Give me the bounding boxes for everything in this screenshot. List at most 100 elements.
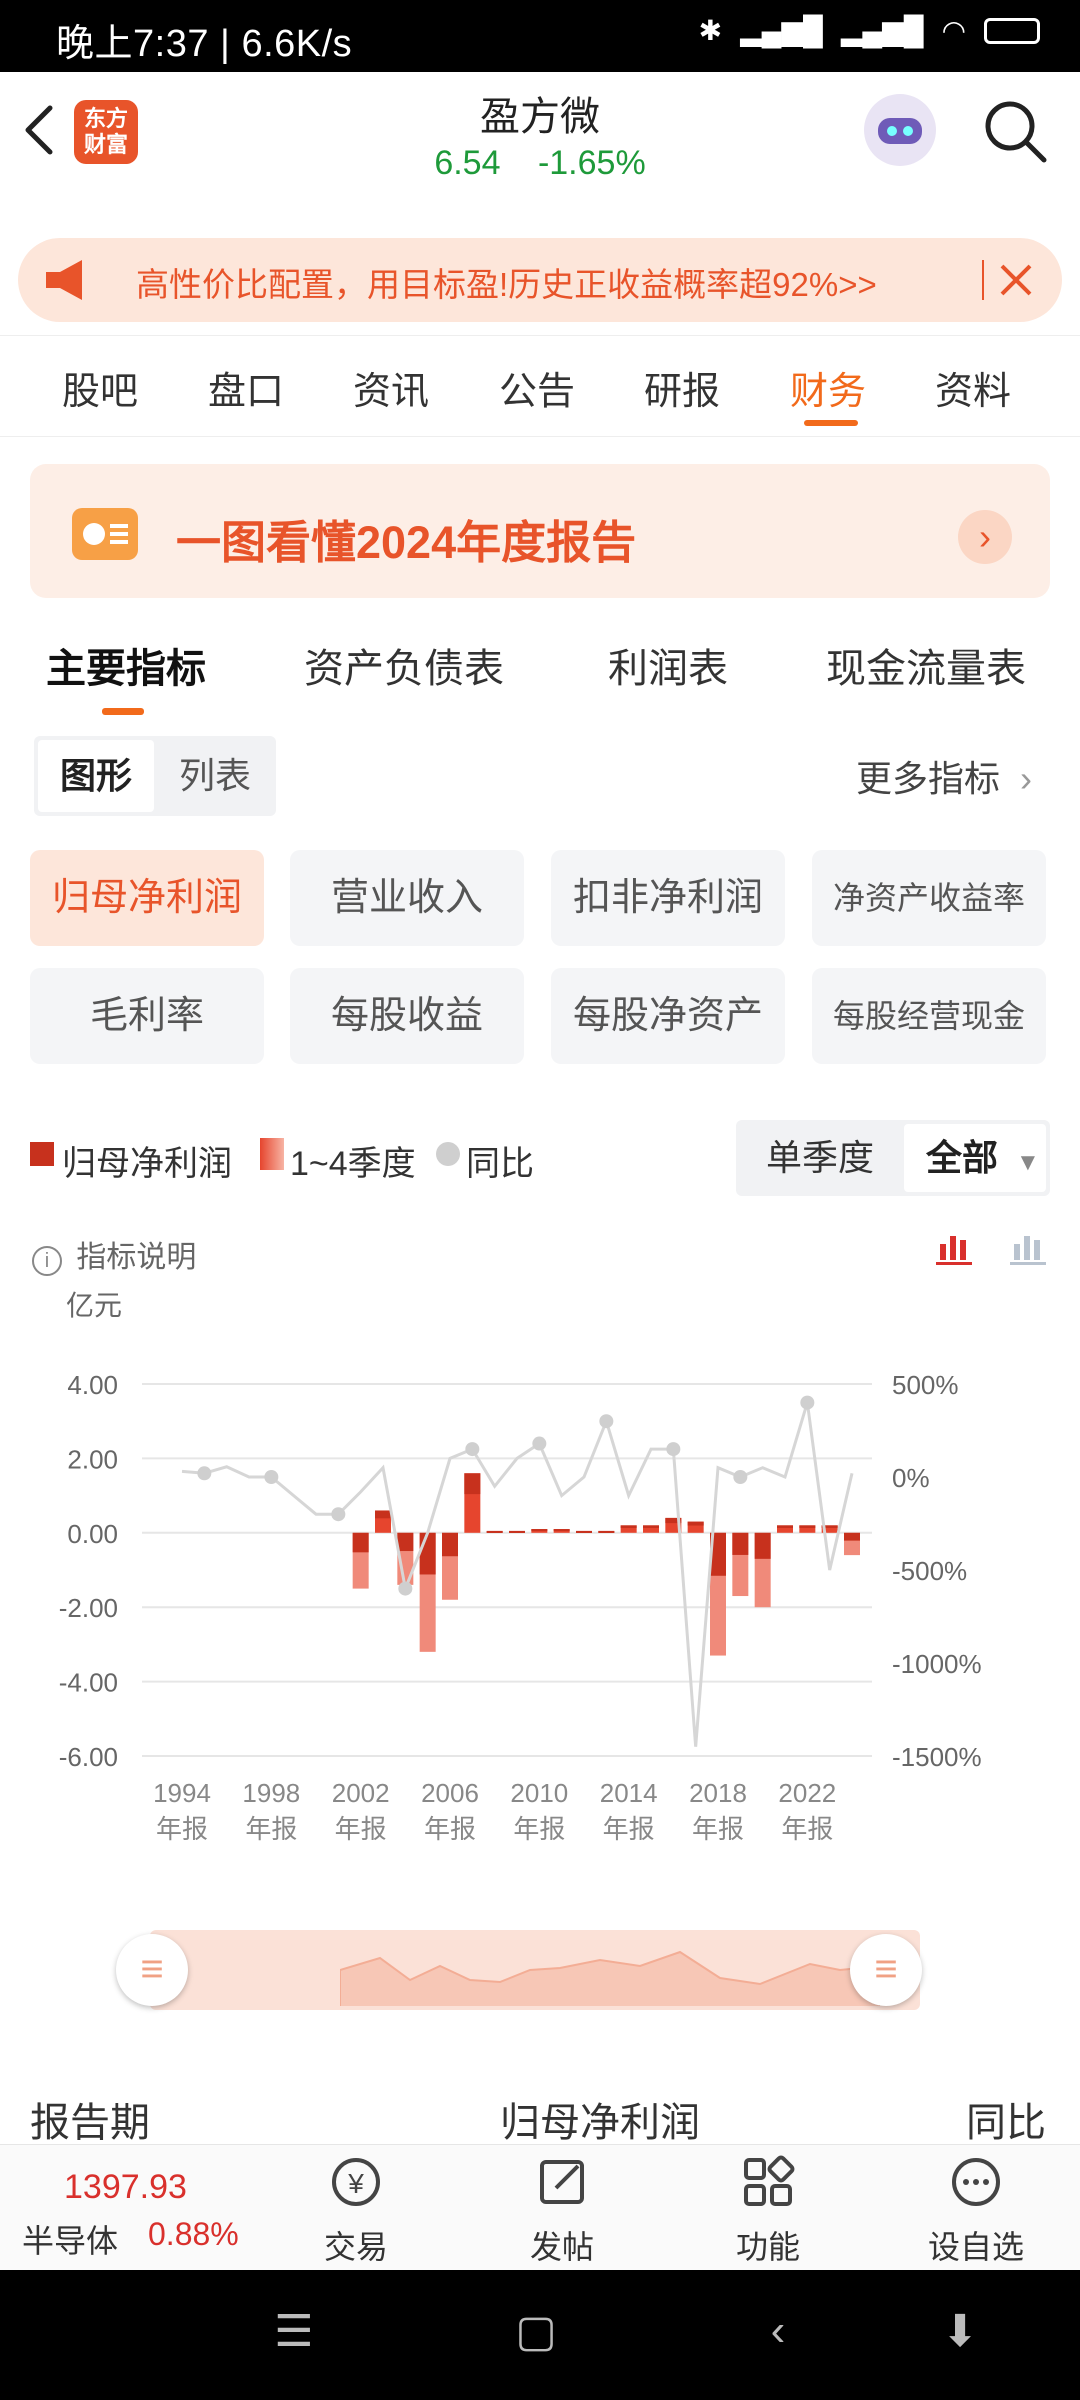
bar-quarter-segment <box>643 1525 659 1528</box>
metric-eps[interactable]: 每股收益 <box>290 968 524 1064</box>
metric-ocf-per-share[interactable]: 每股经营现金 <box>812 968 1046 1064</box>
bar-chart-icon[interactable] <box>936 1230 976 1271</box>
bar-quarter-segment <box>419 1532 436 1575</box>
metric-revenue[interactable]: 营业收入 <box>290 850 524 946</box>
x-tick-year: 2022 <box>778 1778 836 1808</box>
range-handle-left[interactable]: ≡ <box>116 1934 188 2006</box>
status-bar: 晚上7:37 | 6.6K/s ✱ ▂▄▆█ ▂▄▆█ ◠ <box>0 0 1080 72</box>
yoy-point <box>197 1466 212 1481</box>
metric-deducted-net-profit[interactable]: 扣非净利润 <box>551 850 785 946</box>
assistant-icon[interactable]: ⬇ <box>920 2306 1000 2357</box>
bar-quarter-segment <box>442 1532 458 1557</box>
add-watchlist-button[interactable]: 设自选 <box>916 2222 1036 2268</box>
y-tick-label: 2.00 <box>67 1444 118 1474</box>
tab-guba[interactable]: 股吧 <box>62 360 138 415</box>
view-list-button[interactable]: 列表 <box>156 740 274 812</box>
tab-research[interactable]: 研报 <box>644 360 720 415</box>
range-handle-right[interactable]: ≡ <box>850 1934 922 2006</box>
bar-quarter-segment <box>844 1532 860 1541</box>
period-all-label: 全部 <box>926 1137 999 1178</box>
metric-roe[interactable]: 净资产收益率 <box>812 850 1046 946</box>
report-chart-icon <box>72 508 138 560</box>
subtab-active-indicator <box>102 708 144 715</box>
apps-grid-icon[interactable] <box>708 2154 828 2221</box>
bar-quarter-segment <box>687 1521 704 1526</box>
x-tick-sub: 年报 <box>603 1814 655 1844</box>
y-tick-label: 4.00 <box>67 1370 118 1400</box>
subtab-cash-flow[interactable]: 现金流量表 <box>826 636 1026 694</box>
bluetooth-icon: ✱ <box>698 15 723 46</box>
x-tick-sub: 年报 <box>692 1814 744 1844</box>
subtab-key-metrics[interactable]: 主要指标 <box>46 636 206 694</box>
legend-yoy: 同比 <box>466 1145 534 1183</box>
x-tick-sub: 年报 <box>513 1814 565 1844</box>
edit-icon[interactable] <box>502 2154 622 2221</box>
bar-chart-alt-icon[interactable] <box>1010 1230 1050 1271</box>
search-icon[interactable] <box>980 96 1050 171</box>
info-icon: i <box>32 1246 62 1276</box>
bar-quarter-segment <box>799 1525 816 1528</box>
yoy-point <box>264 1470 279 1484</box>
tab-finance[interactable]: 财务 <box>790 360 866 415</box>
legend-quarters: 1~4季度 <box>290 1145 416 1183</box>
chevron-right-icon[interactable]: › <box>958 510 1012 564</box>
more-icon[interactable] <box>916 2154 1036 2221</box>
more-metrics-label: 更多指标 <box>856 758 1001 799</box>
tab-announcements[interactable]: 公告 <box>499 360 575 415</box>
svg-text:¥: ¥ <box>347 2168 364 2199</box>
home-icon[interactable]: ▢ <box>496 2306 576 2357</box>
y2-tick-label: 500% <box>892 1370 959 1400</box>
bar-quarter-segment <box>397 1532 414 1552</box>
x-tick-sub: 年报 <box>245 1814 297 1844</box>
x-tick-year: 2002 <box>332 1778 390 1808</box>
yoy-line <box>181 1402 854 1747</box>
functions-button[interactable]: 功能 <box>708 2222 828 2268</box>
back-nav-icon[interactable]: ‹ <box>738 2306 818 2356</box>
wifi-icon: ◠ <box>941 15 966 46</box>
x-tick-year: 2010 <box>510 1778 568 1808</box>
period-single-quarter[interactable]: 单季度 <box>740 1124 900 1192</box>
period-all-dropdown[interactable]: 全部 ▼ <box>904 1124 1046 1192</box>
metric-explain-link[interactable]: i 指标说明 <box>32 1232 196 1276</box>
promo-banner-text[interactable]: 高性价比配置，用目标盈!历史正收益概率超92%>> <box>136 258 877 306</box>
tab-profile[interactable]: 资料 <box>935 360 1011 415</box>
yoy-point <box>666 1442 681 1457</box>
legend-swatch-net-profit <box>30 1142 54 1166</box>
metric-bvps[interactable]: 每股净资产 <box>551 968 785 1064</box>
metric-gross-margin[interactable]: 毛利率 <box>30 968 264 1064</box>
trade-button[interactable]: 交易 <box>296 2222 416 2268</box>
sector-index-change[interactable]: 0.88% <box>148 2216 239 2253</box>
banner-divider <box>982 260 984 300</box>
sector-index-value[interactable]: 1397.93 <box>64 2168 187 2207</box>
col-yoy: 同比 <box>966 2101 1046 2145</box>
x-tick-year: 1998 <box>242 1778 300 1808</box>
y2-tick-label: -500% <box>892 1556 967 1586</box>
robot-assistant-icon[interactable] <box>864 94 936 166</box>
yen-exchange-icon[interactable]: ¥ <box>296 2154 416 2221</box>
subtab-balance-sheet[interactable]: 资产负债表 <box>304 636 504 694</box>
tab-pankou[interactable]: 盘口 <box>208 360 284 415</box>
bar-quarter-segment <box>732 1532 749 1555</box>
view-chart-button[interactable]: 图形 <box>38 740 154 812</box>
bar-quarter-segment <box>352 1532 369 1553</box>
post-button[interactable]: 发帖 <box>502 2222 622 2268</box>
metric-net-profit[interactable]: 归母净利润 <box>30 850 264 946</box>
menu-icon[interactable]: ☰ <box>254 2306 334 2357</box>
yoy-point <box>532 1436 547 1451</box>
yoy-point <box>599 1414 614 1429</box>
tab-news[interactable]: 资讯 <box>353 360 429 415</box>
close-icon[interactable] <box>996 260 1036 305</box>
annual-report-title[interactable]: 一图看懂2024年度报告 <box>176 506 636 571</box>
subtab-income-statement[interactable]: 利润表 <box>608 636 728 694</box>
x-tick-year: 1994 <box>153 1778 211 1808</box>
metric-explain-label: 指标说明 <box>76 1241 197 1274</box>
x-tick-sub: 年报 <box>156 1814 208 1844</box>
sector-index-name[interactable]: 半导体 <box>22 2216 118 2262</box>
y-axis-unit: 亿元 <box>66 1290 122 1321</box>
status-icons: ✱ ▂▄▆█ ▂▄▆█ ◠ <box>699 14 1040 47</box>
more-metrics-link[interactable]: 更多指标 › <box>856 750 1032 802</box>
tab-active-indicator <box>804 420 858 426</box>
battery-icon <box>984 17 1040 44</box>
bar-quarter-segment <box>375 1510 391 1519</box>
x-tick-year: 2014 <box>600 1778 658 1808</box>
